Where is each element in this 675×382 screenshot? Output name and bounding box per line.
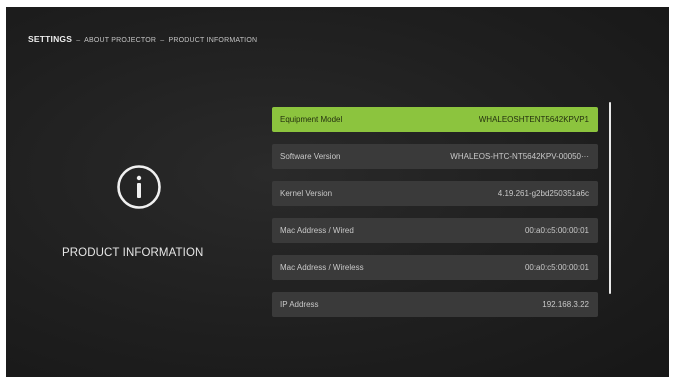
- breadcrumb-separator: –: [160, 37, 165, 44]
- row-value: 00:a0:c5:00:00:01: [524, 226, 589, 235]
- scrollbar[interactable]: [609, 102, 611, 294]
- row-label: Kernel Version: [280, 189, 333, 198]
- info-icon: [116, 164, 162, 210]
- row-label: Equipment Model: [280, 115, 343, 124]
- row-value: 00:a0:c5:00:00:01: [524, 263, 589, 272]
- tv-screen: SETTINGS – ABOUT PROJECTOR – PRODUCT INF…: [6, 7, 669, 377]
- row-label: IP Address: [280, 300, 319, 309]
- info-list: Equipment Model WHALEOSHTENT5642KPVP1 So…: [272, 107, 598, 329]
- row-label: Mac Address / Wireless: [280, 263, 364, 272]
- row-label: Software Version: [280, 152, 341, 161]
- row-equipment-model[interactable]: Equipment Model WHALEOSHTENT5642KPVP1: [272, 107, 598, 132]
- section-title: PRODUCT INFORMATION: [62, 247, 204, 259]
- row-mac-address-wired[interactable]: Mac Address / Wired 00:a0:c5:00:00:01: [272, 218, 598, 243]
- row-ip-address[interactable]: IP Address 192.168.3.22: [272, 292, 598, 317]
- breadcrumb-about-projector: ABOUT PROJECTOR: [84, 37, 157, 44]
- breadcrumb-product-information: PRODUCT INFORMATION: [168, 37, 258, 44]
- row-label: Mac Address / Wired: [280, 226, 354, 235]
- row-mac-address-wireless[interactable]: Mac Address / Wireless 00:a0:c5:00:00:01: [272, 255, 598, 280]
- row-value: 4.19.261-g2bd250351a6c: [497, 189, 589, 198]
- row-value: WHALEOS-HTC-NT5642KPV-00050···: [450, 152, 589, 161]
- breadcrumb-root: SETTINGS: [28, 34, 73, 44]
- row-value: WHALEOSHTENT5642KPVP1: [478, 115, 589, 124]
- row-value: 192.168.3.22: [542, 300, 589, 309]
- breadcrumb: SETTINGS – ABOUT PROJECTOR – PRODUCT INF…: [28, 34, 257, 44]
- row-software-version[interactable]: Software Version WHALEOS-HTC-NT5642KPV-0…: [272, 144, 598, 169]
- breadcrumb-separator: –: [76, 37, 81, 44]
- row-kernel-version[interactable]: Kernel Version 4.19.261-g2bd250351a6c: [272, 181, 598, 206]
